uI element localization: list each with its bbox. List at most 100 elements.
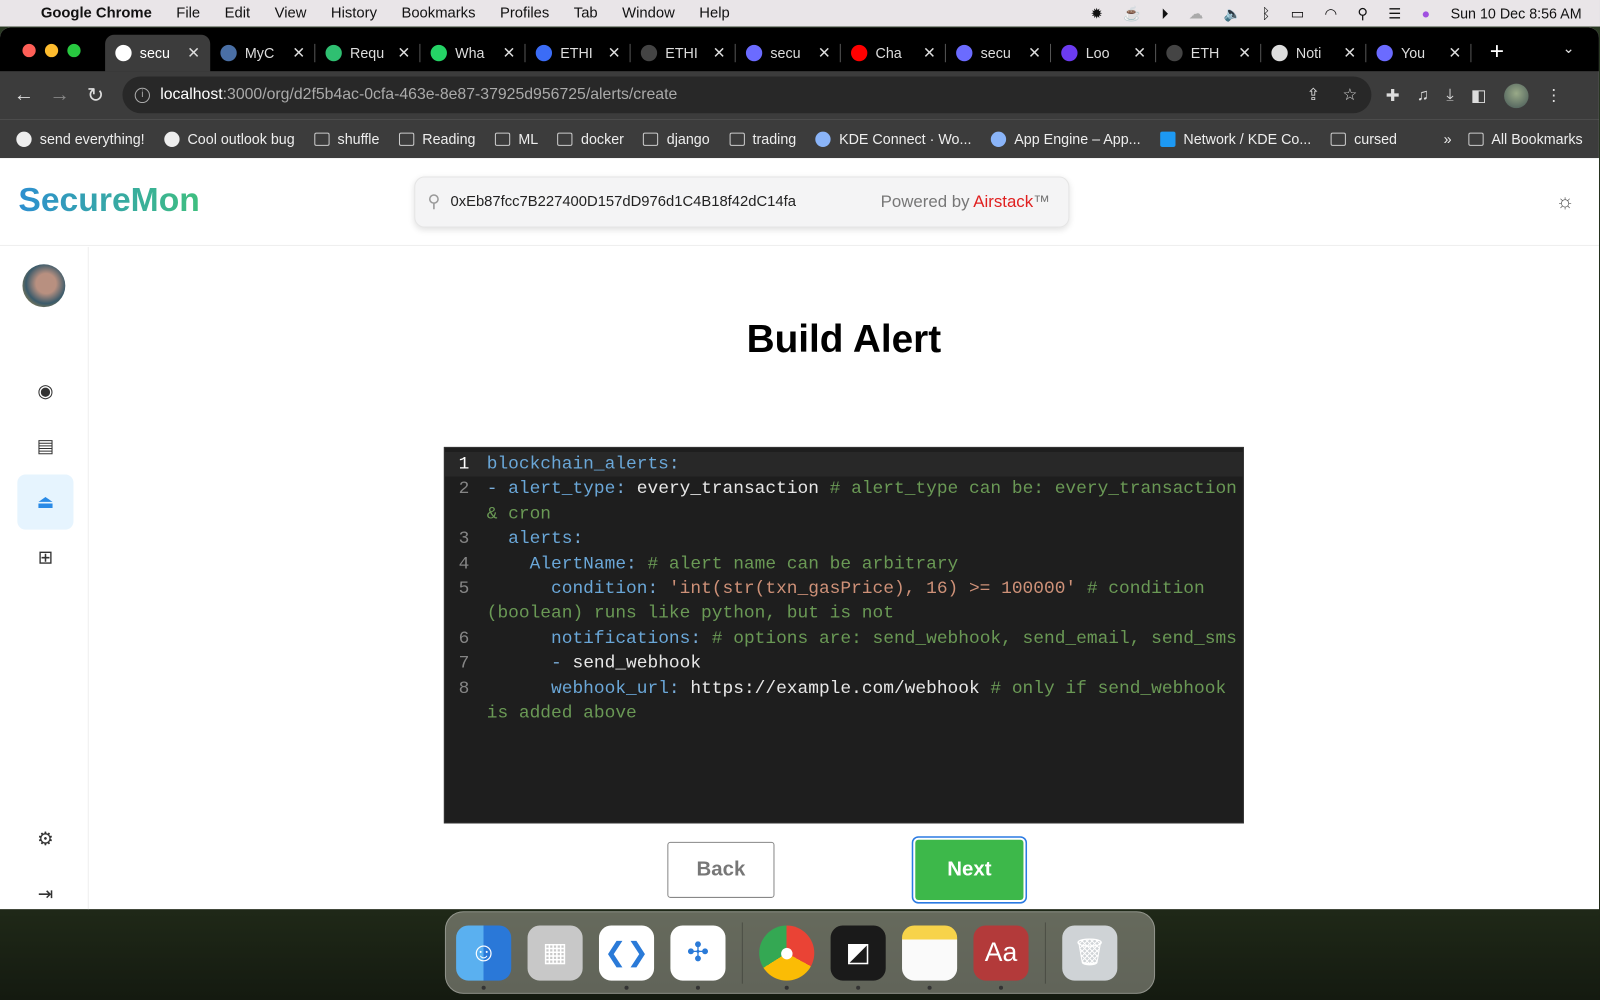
search-input[interactable]: ⚲ 0xEb87fcc7B227400D157dD976d1C4B18f42dC… — [414, 176, 1070, 228]
browser-tab[interactable]: Requ ✕ — [315, 35, 421, 72]
browser-tab[interactable]: ETHI ✕ — [526, 35, 631, 72]
logo[interactable]: SecureMon — [18, 181, 200, 220]
site-info-icon[interactable]: i — [134, 87, 150, 103]
share-icon[interactable]: ⇪ — [1306, 85, 1320, 105]
bookmark-item[interactable]: shuffle — [314, 131, 379, 147]
close-tab-icon[interactable]: ✕ — [818, 44, 831, 62]
dock-app-linear[interactable]: ◩ — [830, 924, 886, 990]
spotlight-icon[interactable]: ⚲ — [1357, 5, 1367, 22]
close-tab-icon[interactable]: ✕ — [292, 44, 305, 62]
bookmark-item[interactable]: docker — [557, 131, 624, 147]
browser-tab[interactable]: MyC ✕ — [210, 35, 316, 72]
wifi-icon[interactable]: ◠ — [1325, 5, 1337, 22]
menu-app-name[interactable]: Google Chrome — [41, 5, 152, 21]
menu-item-profiles[interactable]: Profiles — [500, 5, 549, 21]
menu-item-bookmarks[interactable]: Bookmarks — [401, 5, 475, 21]
maximize-window-button[interactable] — [67, 43, 81, 58]
close-tab-icon[interactable]: ✕ — [713, 44, 726, 62]
close-tab-icon[interactable]: ✕ — [1448, 44, 1461, 62]
dock-app-notes[interactable] — [902, 924, 958, 990]
report-document-icon[interactable]: ▤ — [17, 418, 73, 473]
download-icon[interactable]: ⤓ — [1446, 86, 1453, 104]
bookmark-star-icon[interactable]: ☆ — [1342, 85, 1357, 105]
alert-siren-icon[interactable]: ⏏ — [17, 474, 74, 530]
status-icon-app[interactable]: ☕ — [1123, 5, 1141, 22]
bookmark-item[interactable]: django — [643, 131, 710, 147]
bookmark-item[interactable]: send everything! — [16, 131, 145, 147]
menu-item-window[interactable]: Window — [622, 5, 675, 21]
menu-item-edit[interactable]: Edit — [225, 5, 251, 21]
dock-app-launchpad[interactable]: ▦ — [527, 924, 583, 981]
control-center-icon[interactable]: ☰ — [1388, 5, 1401, 22]
yaml-code-editor[interactable]: 1 blockchain_alerts: 2- alert_type: every_… — [443, 446, 1244, 824]
forward-nav-button[interactable]: → — [42, 84, 78, 107]
side-panel-icon[interactable]: ◧ — [1471, 85, 1486, 105]
new-tab-button[interactable]: + — [1471, 35, 1522, 72]
close-tab-icon[interactable]: ✕ — [187, 44, 200, 62]
dock-app-trash[interactable]: 🗑 — [1062, 924, 1118, 981]
close-tab-icon[interactable]: ✕ — [1133, 44, 1146, 62]
next-button[interactable]: Next — [915, 839, 1024, 900]
browser-tab[interactable]: Wha ✕ — [420, 35, 526, 72]
media-icon[interactable]: ♫ — [1417, 86, 1429, 104]
volume-icon[interactable]: 🔈 — [1223, 5, 1241, 22]
close-tab-icon[interactable]: ✕ — [1343, 44, 1356, 62]
bookmark-item[interactable]: KDE Connect · Wo... — [815, 131, 971, 147]
dock-app-dictionary[interactable]: Aa — [973, 924, 1029, 990]
close-tab-icon[interactable]: ✕ — [397, 44, 410, 62]
close-tab-icon[interactable]: ✕ — [1238, 44, 1251, 62]
bookmark-item[interactable]: trading — [729, 131, 796, 147]
bookmark-item[interactable]: Cool outlook bug — [164, 131, 295, 147]
browser-tab[interactable]: secu ✕ — [105, 34, 211, 72]
minimize-window-button[interactable] — [44, 43, 59, 58]
browser-tab[interactable]: Cha ✕ — [841, 35, 946, 72]
status-icon-sun[interactable]: ✹ — [1091, 5, 1103, 22]
dock-app-slack[interactable]: ✣ — [670, 924, 726, 990]
browser-tab[interactable]: secu ✕ — [946, 35, 1052, 72]
play-icon[interactable]: ⏵ — [1161, 5, 1168, 22]
bookmarks-overflow-button[interactable]: » — [1444, 131, 1452, 147]
siri-icon[interactable]: ● — [1422, 5, 1431, 21]
menu-item-help[interactable]: Help — [699, 5, 729, 21]
eye-icon[interactable]: ◉ — [17, 363, 73, 418]
bookmark-item[interactable]: Reading — [398, 131, 475, 147]
dock-app-vscode[interactable]: ❮❯ — [598, 924, 655, 990]
logout-icon[interactable]: ⇥ — [17, 866, 73, 909]
browser-tab[interactable]: ETH ✕ — [1156, 35, 1262, 72]
address-bar[interactable]: i localhost:3000/org/d2f5b4ac-0cfa-463e-… — [122, 76, 1372, 114]
bookmark-item[interactable]: ML — [494, 131, 538, 147]
dock-app-chrome[interactable]: ● — [759, 924, 815, 990]
bookmark-item[interactable]: App Engine – App... — [990, 131, 1141, 147]
all-bookmarks-button[interactable]: All Bookmarks — [1467, 131, 1583, 147]
browser-tab[interactable]: ETHI ✕ — [631, 35, 736, 72]
close-tab-icon[interactable]: ✕ — [502, 44, 515, 62]
menu-item-file[interactable]: File — [176, 5, 200, 21]
bookmark-item[interactable]: cursed — [1330, 131, 1397, 147]
settings-gear-icon[interactable]: ⚙ — [17, 811, 73, 866]
folder-add-icon[interactable]: ⊞ — [17, 530, 73, 585]
browser-tab[interactable]: secu ✕ — [736, 35, 841, 72]
menu-item-view[interactable]: View — [275, 5, 307, 21]
browser-tab[interactable]: Noti ✕ — [1261, 35, 1367, 72]
menu-kebab-icon[interactable]: ⋮ — [1546, 85, 1562, 105]
avatar[interactable] — [22, 264, 66, 308]
extensions-icon[interactable]: ✚ — [1386, 85, 1400, 105]
close-tab-icon[interactable]: ✕ — [608, 44, 621, 62]
tab-search-chevron-icon[interactable]: ⌄ — [1563, 40, 1575, 57]
menu-item-tab[interactable]: Tab — [574, 5, 598, 21]
close-tab-icon[interactable]: ✕ — [923, 44, 936, 62]
browser-tab[interactable]: Loo ✕ — [1051, 35, 1157, 72]
close-window-button[interactable] — [22, 43, 36, 58]
back-nav-button[interactable]: ← — [6, 84, 42, 107]
close-tab-icon[interactable]: ✕ — [1028, 44, 1041, 62]
dock-app-finder[interactable]: ☺ — [456, 924, 512, 990]
bookmark-item[interactable]: Network / KDE Co... — [1159, 131, 1311, 147]
bluetooth-icon[interactable]: ᛒ — [1262, 5, 1271, 21]
clock[interactable]: Sun 10 Dec 8:56 AM — [1451, 5, 1582, 21]
theme-toggle-sun-icon[interactable]: ☼ — [1556, 191, 1575, 214]
browser-tab[interactable]: You ✕ — [1366, 35, 1472, 72]
reload-button[interactable]: ↻ — [78, 83, 114, 109]
profile-avatar[interactable] — [1503, 83, 1529, 108]
menu-item-history[interactable]: History — [331, 5, 377, 21]
cloud-icon[interactable]: ☁ — [1189, 5, 1203, 22]
